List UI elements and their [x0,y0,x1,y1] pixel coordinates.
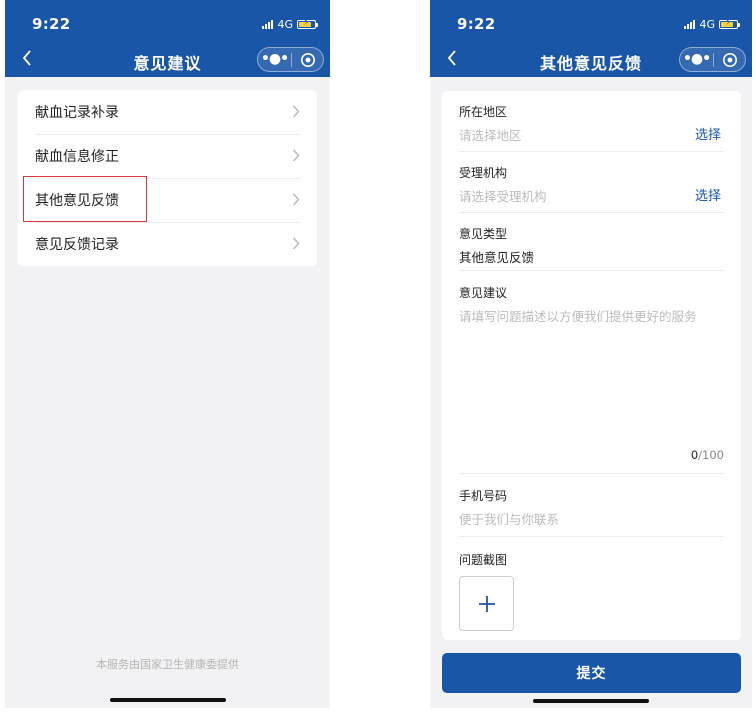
region-field[interactable]: 所在地区 请选择地区 选择 [459,103,724,144]
home-indicator[interactable] [109,698,226,702]
screenshot-label: 问题截图 [459,553,508,567]
chevron-right-icon [292,149,300,162]
agency-select-button[interactable]: 选择 [695,185,721,204]
chevron-right-icon [292,105,300,118]
top-bar: 9:22 4G ⚡ 其他意见反馈 •●• [430,0,752,77]
chevron-right-icon [292,237,300,250]
mini-program-capsule: •●• [257,47,324,72]
submit-button[interactable]: 提交 [442,653,741,693]
battery-icon: ⚡ [719,18,740,29]
divider [459,473,724,474]
agency-field[interactable]: 受理机构 请选择受理机构 选择 [459,164,724,205]
phone-label: 手机号码 [459,489,508,503]
menu-item-info-correction[interactable]: 献血信息修正 [18,134,317,178]
suggestion-label: 意见建议 [459,286,508,300]
divider [459,536,724,537]
home-indicator[interactable] [533,699,649,703]
screenshot-field: 问题截图 [459,551,724,568]
status-indicators: 4G ⚡ [684,18,740,31]
type-value: 其他意见反馈 [459,250,535,265]
menu-item-record-supplement[interactable]: 献血记录补录 [18,90,317,134]
menu-item-label: 献血记录补录 [35,105,119,121]
upload-screenshot-button[interactable] [459,576,514,631]
plus-icon [478,595,495,612]
suggestion-textarea[interactable]: 意见建议 请填写问题描述以方便我们提供更好的服务 [459,284,724,444]
region-select-button[interactable]: 选择 [695,124,721,143]
more-icon[interactable]: •●• [258,48,291,71]
phone-field[interactable]: 手机号码 便于我们与你联系 [459,487,724,528]
char-counter: 0/100 [691,448,724,462]
menu-item-label: 献血信息修正 [35,149,119,165]
network-label: 4G [277,18,293,31]
feedback-form: 所在地区 请选择地区 选择 受理机构 请选择受理机构 选择 意见类型 其他意见反… [442,91,741,640]
agency-label: 受理机构 [459,166,508,180]
divider [459,270,724,271]
highlight-box [23,176,147,222]
chevron-right-icon [292,193,300,206]
status-time: 9:22 [32,15,71,33]
status-indicators: 4G ⚡ [262,18,318,31]
phone-placeholder: 便于我们与你联系 [459,512,560,527]
right-phone-screen: 9:22 4G ⚡ 其他意见反馈 •●• 所在地区 请选择地区 选择 受理机构 … [430,0,752,708]
status-time: 9:22 [457,15,496,33]
close-target-icon[interactable] [292,52,323,68]
mini-program-capsule: •●• [679,47,746,72]
menu-item-label: 意见反馈记录 [35,237,119,253]
close-target-icon[interactable] [714,52,745,68]
signal-icon [262,20,274,29]
agency-placeholder: 请选择受理机构 [459,189,547,204]
network-label: 4G [699,18,715,31]
type-field: 意见类型 其他意见反馈 [459,225,724,266]
region-label: 所在地区 [459,105,508,119]
type-label: 意见类型 [459,227,508,241]
char-max: /100 [698,448,724,462]
signal-icon [684,20,696,29]
divider [459,212,724,213]
top-bar: 9:22 4G ⚡ 意见建议 •●• [5,0,330,77]
suggestion-placeholder: 请填写问题描述以方便我们提供更好的服务 [459,309,697,324]
left-phone-screen: 9:22 4G ⚡ 意见建议 •●• 献血记录补录 献血信息修正 其他意见反馈 [5,0,330,708]
footer-note: 本服务由国家卫生健康委提供 [96,658,239,671]
divider [459,151,724,152]
region-placeholder: 请选择地区 [459,128,522,143]
more-icon[interactable]: •●• [680,48,713,71]
battery-icon: ⚡ [297,18,318,29]
menu-item-feedback-history[interactable]: 意见反馈记录 [18,222,317,266]
